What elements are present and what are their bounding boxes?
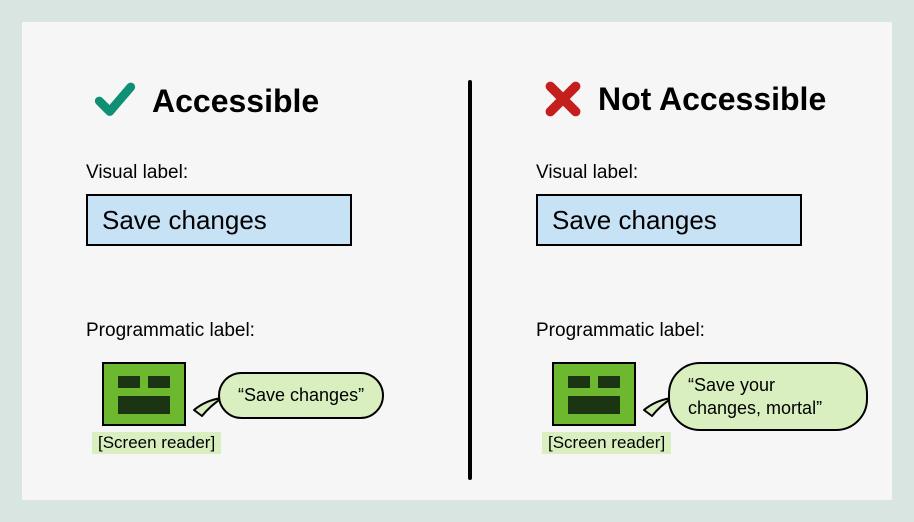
heading-title: Not Accessible (598, 81, 826, 118)
speech-text: “Save your changes, mortal” (688, 375, 822, 418)
heading-accessible: Accessible (94, 80, 319, 122)
column-accessible: Accessible Visual label: Save changes Pr… (22, 22, 442, 500)
column-not-accessible: Not Accessible Visual label: Save change… (472, 22, 892, 500)
speech-bubble-accessible: “Save changes” (218, 372, 384, 419)
heading-not-accessible: Not Accessible (544, 80, 826, 118)
heading-title: Accessible (152, 83, 319, 120)
visual-label-caption: Visual label: (536, 162, 638, 184)
example-button-accessible: Save changes (86, 194, 352, 246)
check-icon (94, 80, 136, 122)
button-text: Save changes (552, 205, 717, 236)
screen-reader-icon (102, 362, 186, 426)
screen-reader-caption: [Screen reader] (542, 432, 671, 454)
visual-label-caption: Visual label: (86, 162, 188, 184)
example-button-not-accessible: Save changes (536, 194, 802, 246)
cross-icon (544, 80, 582, 118)
button-text: Save changes (102, 205, 267, 236)
programmatic-label-caption: Programmatic label: (86, 320, 255, 342)
programmatic-label-caption: Programmatic label: (536, 320, 705, 342)
speech-text: “Save changes” (238, 385, 364, 405)
screen-reader-caption: [Screen reader] (92, 432, 221, 454)
screen-reader-icon (552, 362, 636, 426)
speech-bubble-not-accessible: “Save your changes, mortal” (668, 362, 868, 431)
diagram-canvas: Accessible Visual label: Save changes Pr… (22, 22, 892, 500)
